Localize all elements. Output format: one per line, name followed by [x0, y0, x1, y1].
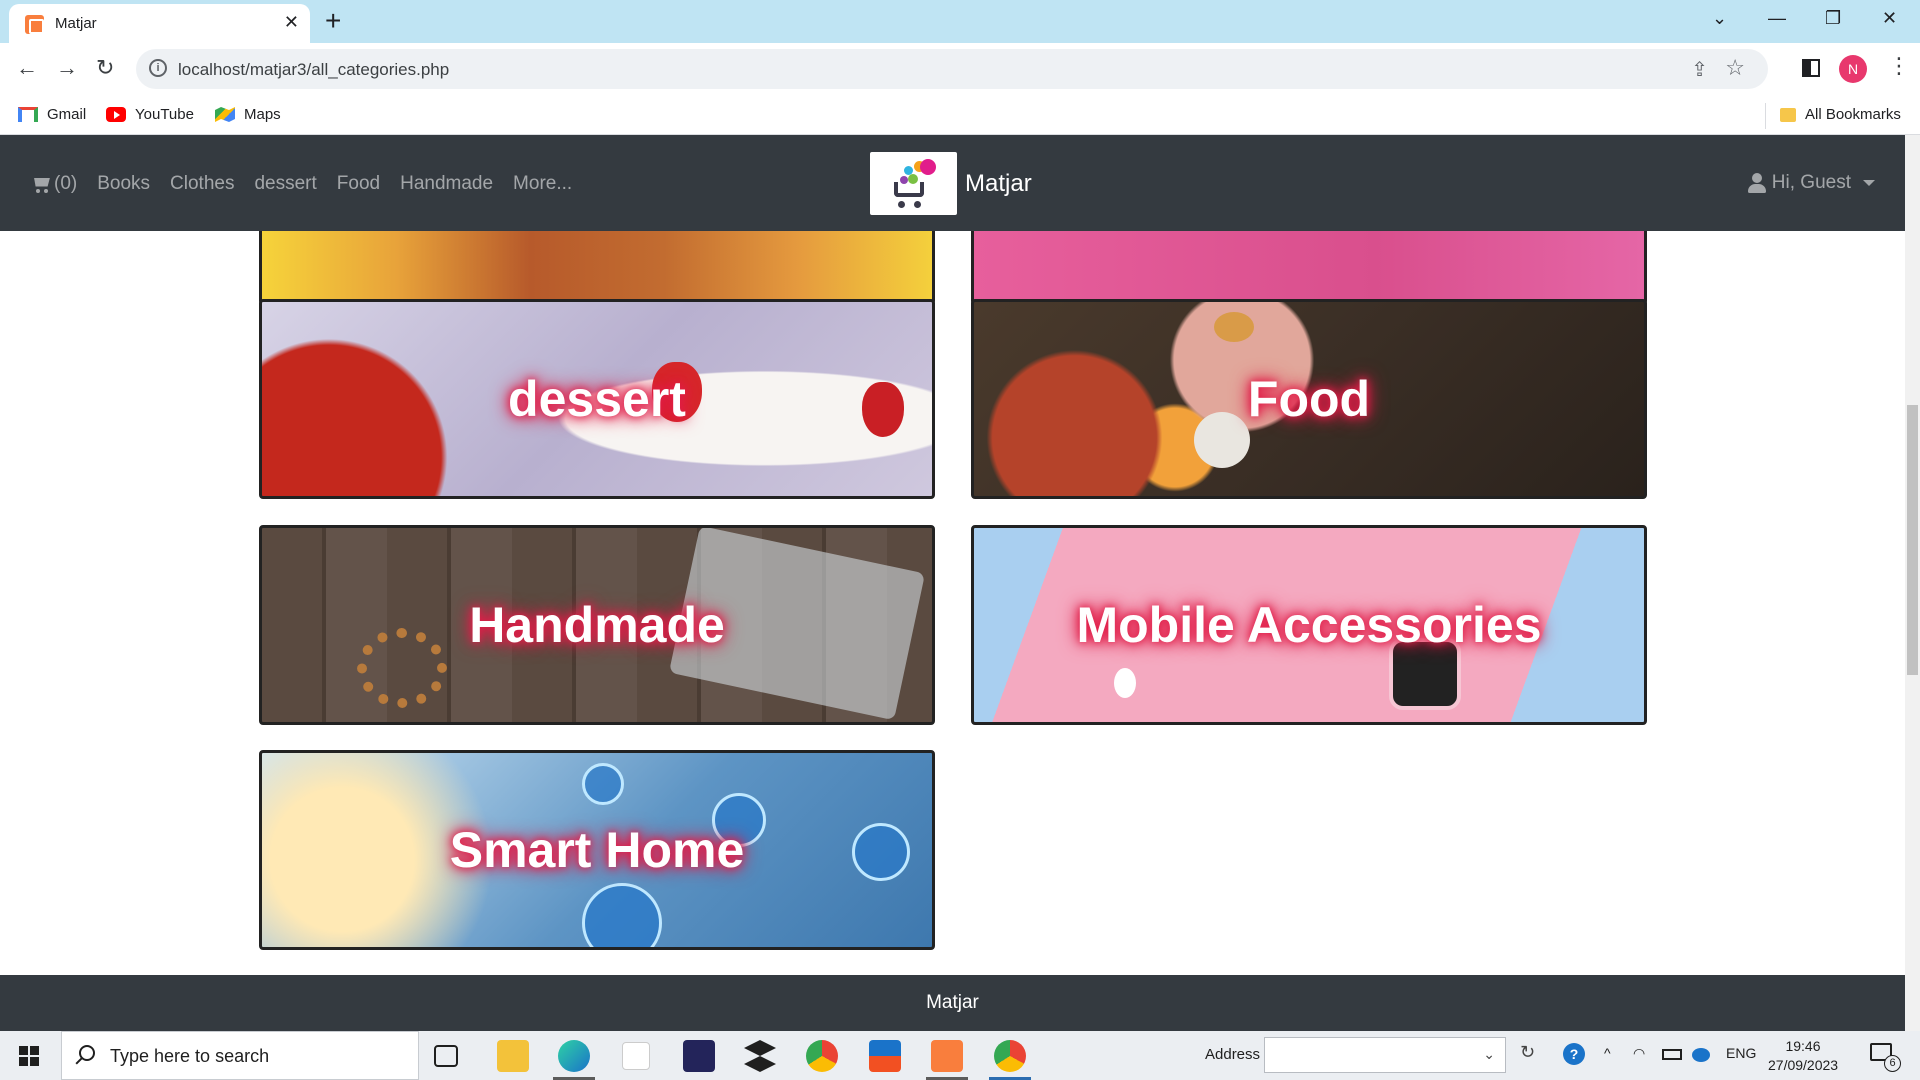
close-tab-icon[interactable]: ✕ [284, 12, 299, 33]
bookmarks-separator [1765, 103, 1766, 129]
cart-link[interactable]: (0) [30, 173, 77, 195]
amazon-icon[interactable] [622, 1042, 650, 1070]
bookmark-label: Gmail [47, 106, 87, 123]
tab-search-chevron-icon[interactable]: ⌄ [1712, 8, 1727, 29]
nav-link-handmade[interactable]: Handmade [400, 173, 493, 195]
shopping-cart-icon [30, 176, 52, 193]
category-card-handmade[interactable]: Handmade [259, 525, 935, 725]
category-label: Smart Home [449, 822, 745, 878]
user-icon [1747, 173, 1766, 193]
close-window-icon[interactable]: ✕ [1882, 8, 1897, 29]
folder-icon [1780, 107, 1796, 122]
category-card-clothes[interactable] [971, 231, 1647, 305]
visual-studio-icon[interactable] [683, 1040, 715, 1072]
wifi-icon[interactable]: ◠ [1633, 1045, 1645, 1062]
forward-arrow-icon[interactable]: → [56, 55, 78, 81]
edge-icon[interactable] [558, 1040, 590, 1072]
all-bookmarks-button[interactable]: All Bookmarks [1780, 106, 1901, 123]
windows-start-icon[interactable] [19, 1046, 39, 1066]
search-placeholder: Type here to search [110, 1046, 270, 1066]
matjar-logo [870, 152, 957, 215]
search-icon [79, 1045, 95, 1061]
category-card-books[interactable] [259, 231, 935, 305]
nav-link-more[interactable]: More... [513, 173, 572, 195]
help-icon[interactable]: ? [1563, 1043, 1585, 1065]
task-view-icon[interactable] [434, 1045, 458, 1067]
refresh-icon[interactable]: ↻ [1520, 1042, 1535, 1063]
bookmark-gmail[interactable]: Gmail [18, 106, 86, 123]
scrollbar-thumb[interactable] [1907, 405, 1918, 675]
browser-toolbar: ← → ↻ i localhost/matjar3/all_categories… [0, 43, 1920, 97]
user-dropdown[interactable]: Hi, Guest [1747, 172, 1875, 194]
share-icon[interactable]: ⇪ [1691, 57, 1708, 82]
url-text[interactable]: localhost/matjar3/all_categories.php [178, 60, 449, 80]
bookmark-maps[interactable]: Maps [215, 106, 281, 123]
clock-date: 27/09/2023 [1768, 1057, 1839, 1073]
nav-link-books[interactable]: Books [97, 173, 150, 195]
dropdown-caret-icon [1863, 180, 1875, 186]
all-bookmarks-label: All Bookmarks [1805, 106, 1901, 123]
reload-icon[interactable]: ↻ [96, 55, 114, 81]
windows-taskbar: Type here to search Address ⌄ ↻ ? ^ ◠ EN… [0, 1031, 1920, 1080]
nav-link-food[interactable]: Food [337, 173, 380, 195]
clock-time: 19:46 [1785, 1038, 1821, 1054]
clock[interactable]: 19:46 27/09/2023 [1768, 1037, 1838, 1075]
site-info-icon[interactable]: i [149, 59, 167, 77]
chrome-icon[interactable] [806, 1040, 838, 1072]
xampp-favicon-icon [25, 15, 44, 34]
category-label: Food [1247, 371, 1371, 427]
category-label: Handmade [469, 597, 725, 653]
category-card-food[interactable]: Food [971, 299, 1647, 499]
gmail-icon [18, 107, 38, 122]
nav-links: (0) Books Clothes dessert Food Handmade … [30, 173, 572, 195]
nav-link-dessert[interactable]: dessert [254, 173, 316, 195]
store-icon[interactable] [869, 1040, 901, 1072]
page-scrollbar[interactable] [1905, 135, 1920, 1031]
brand-name: Matjar [965, 169, 1032, 197]
youtube-icon [106, 107, 126, 122]
browser-tab[interactable]: Matjar ✕ [9, 4, 310, 43]
bookmark-star-icon[interactable]: ☆ [1725, 55, 1745, 81]
address-toolbar-input[interactable]: ⌄ [1264, 1037, 1506, 1073]
chrome-profile-icon[interactable] [994, 1040, 1026, 1072]
xampp-icon[interactable] [931, 1040, 963, 1072]
dropbox-icon[interactable] [744, 1040, 776, 1072]
new-tab-icon[interactable]: + [325, 5, 341, 37]
back-arrow-icon[interactable]: ← [16, 55, 38, 81]
browser-tab-strip: Matjar ✕ + ⌄ — ❐ ✕ [0, 0, 1920, 43]
category-card-mobile-accessories[interactable]: Mobile Accessories [971, 525, 1647, 725]
taskbar-search-box[interactable]: Type here to search [61, 1031, 419, 1080]
bookmark-label: Maps [244, 106, 281, 123]
category-card-smart-home[interactable]: Smart Home [259, 750, 935, 950]
side-panel-icon[interactable] [1802, 59, 1820, 77]
user-greeting: Hi, Guest [1771, 172, 1851, 193]
battery-icon[interactable] [1662, 1049, 1682, 1060]
maps-icon [215, 107, 235, 122]
language-indicator[interactable]: ENG [1726, 1045, 1756, 1061]
profile-avatar[interactable]: N [1839, 55, 1867, 83]
brand-link[interactable]: Matjar [870, 152, 1032, 215]
chevron-down-icon[interactable]: ⌄ [1483, 1046, 1495, 1063]
onedrive-icon[interactable] [1692, 1048, 1710, 1062]
minimize-icon[interactable]: — [1768, 8, 1786, 29]
notification-count: 6 [1884, 1055, 1901, 1072]
category-label: Mobile Accessories [1076, 597, 1542, 653]
address-bar[interactable]: i localhost/matjar3/all_categories.php ⇪… [136, 49, 1768, 89]
address-toolbar-label: Address [1205, 1046, 1261, 1063]
restore-icon[interactable]: ❐ [1825, 8, 1841, 29]
site-footer: Matjar [0, 975, 1905, 1031]
bookmark-youtube[interactable]: YouTube [106, 106, 194, 123]
categories-grid: dessert Food Handmade Mobile Accessories… [0, 231, 1905, 975]
tab-title: Matjar [55, 15, 97, 32]
nav-link-clothes[interactable]: Clothes [170, 173, 234, 195]
file-explorer-icon[interactable] [497, 1040, 529, 1072]
bookmark-label: YouTube [135, 106, 194, 123]
browser-menu-icon[interactable]: ⋮ [1888, 53, 1910, 79]
chevron-up-icon[interactable]: ^ [1604, 1045, 1611, 1061]
category-label: dessert [508, 371, 686, 427]
category-card-dessert[interactable]: dessert [259, 299, 935, 499]
site-navbar: (0) Books Clothes dessert Food Handmade … [0, 135, 1905, 231]
bookmarks-bar: Gmail YouTube Maps All Bookmarks [0, 97, 1920, 135]
cart-count: (0) [54, 173, 78, 194]
